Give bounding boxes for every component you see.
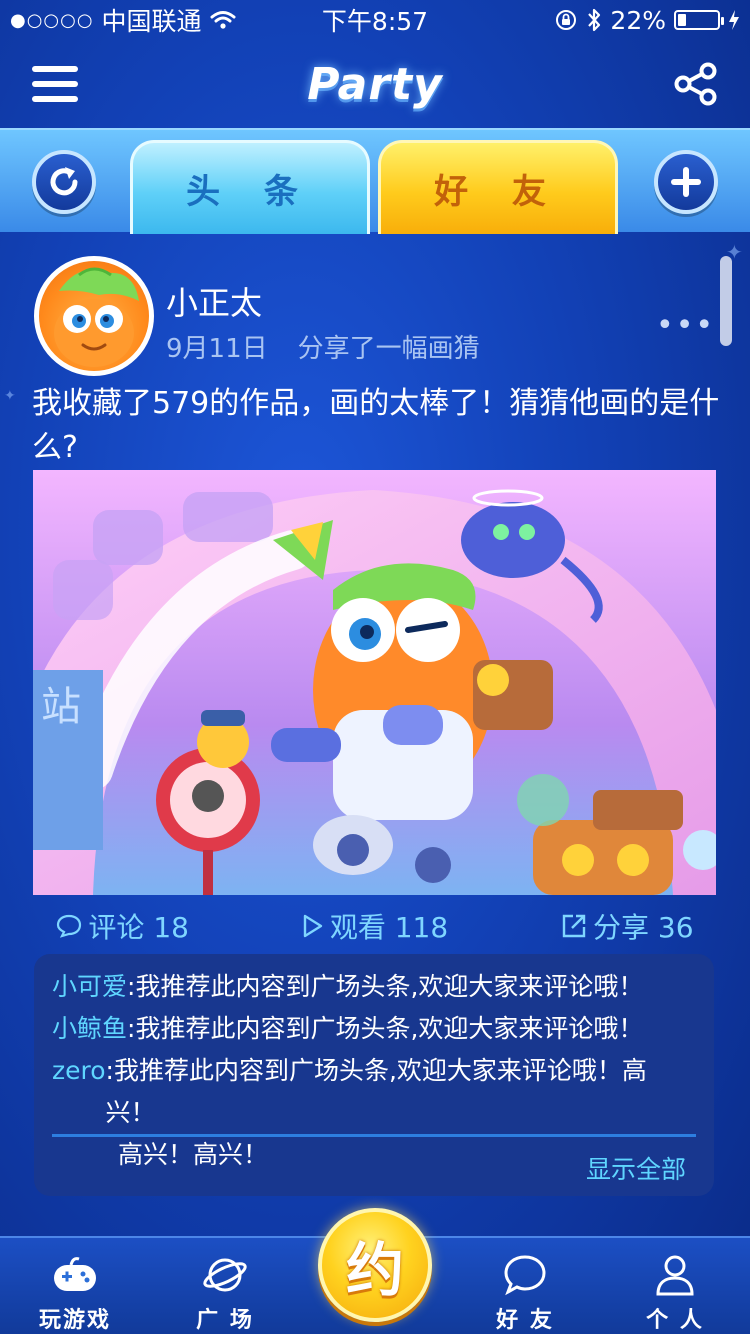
nav-profile[interactable]: 个 人	[620, 1252, 730, 1334]
external-share-icon	[562, 914, 586, 938]
nav-label: 玩游戏	[38, 1308, 111, 1333]
plus-icon	[671, 167, 701, 197]
nav-play-games[interactable]: 玩游戏	[20, 1252, 130, 1334]
person-icon	[656, 1255, 694, 1296]
scrollbar[interactable]	[720, 256, 732, 346]
divider	[52, 1134, 696, 1137]
nav-friends[interactable]: 好 友	[470, 1252, 580, 1334]
feed[interactable]: 小正太 9月11日 分享了一幅画猜 ••• 我收藏了579的作品，画的太棒了！猜…	[0, 232, 750, 1236]
comment-text: :我推荐此内容到广场头条,欢迎大家来评论哦！	[127, 1014, 644, 1043]
avatar-character-image	[54, 267, 139, 367]
comment-item: zero :我推荐此内容到广场头条,欢迎大家来评论哦！高兴！	[52, 1050, 696, 1134]
add-button[interactable]	[654, 150, 718, 214]
comment-item: 小可爱 :我推荐此内容到广场头条,欢迎大家来评论哦！	[52, 966, 696, 1008]
post-stats: 评论 18 观看 118 分享 36	[0, 904, 750, 948]
meetup-center-button[interactable]: 约	[318, 1208, 432, 1322]
menu-bar	[32, 81, 78, 87]
comment-stat[interactable]: 评论 18	[56, 906, 189, 946]
comment-author[interactable]: 小鲸鱼	[52, 1008, 127, 1050]
chat-bubble-icon	[504, 1255, 546, 1296]
post-text: 我收藏了579的作品，画的太棒了！猜猜他画的是什么?	[32, 386, 720, 465]
comment-icon	[57, 914, 82, 938]
page-title: Party	[307, 58, 443, 110]
menu-button[interactable]	[32, 62, 78, 106]
post-image[interactable]: 站	[33, 470, 716, 895]
more-options-button[interactable]: •••	[656, 308, 715, 343]
comment-text: :我推荐此内容到广场头条,欢迎大家来评论哦！	[127, 972, 644, 1001]
comment-author[interactable]: 小可爱	[52, 966, 127, 1008]
nav-label: 广 场	[196, 1308, 254, 1333]
view-count: 观看 118	[329, 911, 449, 944]
battery-level	[678, 14, 687, 26]
comment-text: :我推荐此内容到广场头条,欢迎大家来评论哦！高兴！	[105, 1056, 647, 1127]
app-root: ✦ ✦ ✦ ●○○○○ 中国联通 下午8:57 22% Party 头 条 好 …	[0, 0, 750, 1334]
charging-icon	[729, 10, 739, 30]
comment-text-continued: 高兴！高兴！	[118, 1140, 269, 1169]
menu-bar	[32, 96, 78, 102]
nav-label: 个 人	[646, 1308, 704, 1333]
bluetooth-icon	[588, 8, 601, 32]
comments-panel: 小可爱 :我推荐此内容到广场头条,欢迎大家来评论哦！ 小鲸鱼 :我推荐此内容到广…	[34, 954, 714, 1196]
post-action: 分享了一幅画猜	[297, 334, 480, 364]
menu-bar	[32, 66, 78, 72]
app-header: Party	[0, 40, 750, 128]
rotation-lock-icon	[556, 10, 577, 30]
tab-bar: 头 条 好 友	[0, 128, 750, 234]
show-all-link[interactable]: 显示全部	[586, 1150, 686, 1186]
battery-icon	[674, 10, 724, 30]
nav-label: 好 友	[496, 1308, 554, 1333]
share-stat[interactable]: 分享 36	[561, 906, 694, 946]
share-count: 分享 36	[593, 911, 694, 944]
refresh-button[interactable]	[32, 150, 96, 214]
comment-item: 小鲸鱼 :我推荐此内容到广场头条,欢迎大家来评论哦！	[52, 1008, 696, 1050]
status-left: ●○○○○ 中国联通	[10, 2, 236, 38]
nav-plaza[interactable]: 广 场	[170, 1252, 280, 1334]
post-meta: 9月11日 分享了一幅画猜	[166, 328, 480, 365]
comment-count: 评论 18	[88, 911, 189, 944]
battery-percent: 22%	[610, 5, 666, 35]
carrier-name: 中国联通	[101, 7, 202, 36]
refresh-icon	[50, 167, 78, 196]
wifi-icon	[210, 11, 236, 29]
share-icon[interactable]	[672, 60, 720, 108]
comment-author[interactable]: zero	[52, 1050, 106, 1134]
post-username[interactable]: 小正太	[166, 278, 262, 324]
post-date: 9月11日	[166, 334, 268, 364]
game-artwork-image: 站	[33, 470, 716, 895]
signal-strength-icon: ●○○○○	[10, 9, 94, 31]
tab-friends[interactable]: 好 友	[378, 140, 618, 234]
gamepad-icon	[54, 1257, 96, 1291]
status-bar: ●○○○○ 中国联通 下午8:57 22%	[0, 0, 750, 40]
view-stat[interactable]: 观看 118	[302, 906, 448, 946]
play-icon	[303, 914, 323, 938]
status-right: 22%	[554, 6, 740, 35]
planet-icon	[203, 1258, 247, 1292]
svg-text:站: 站	[41, 684, 81, 730]
tab-headlines[interactable]: 头 条	[130, 140, 370, 234]
avatar[interactable]	[34, 256, 154, 376]
